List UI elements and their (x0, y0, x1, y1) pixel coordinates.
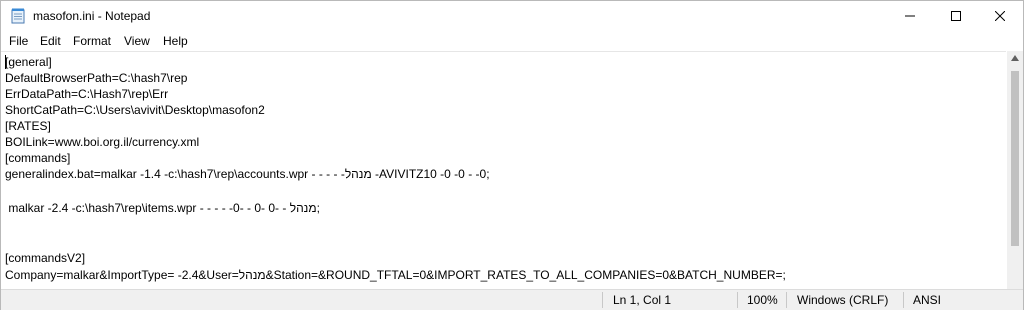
close-icon (995, 11, 1005, 21)
notepad-icon (11, 8, 25, 24)
maximize-button[interactable] (933, 1, 979, 31)
window-title: masofon.ini - Notepad (33, 9, 151, 23)
text-line: [general] (5, 55, 52, 69)
text-line: generalindex.bat=malkar -1.4 -c:\hash7\r… (5, 167, 490, 181)
cursor-position: Ln 1, Col 1 (613, 293, 672, 307)
minimize-icon (905, 15, 915, 17)
menu-help[interactable]: Help (163, 34, 188, 48)
menu-file[interactable]: File (9, 34, 28, 48)
line-ending: Windows (CRLF) (797, 293, 889, 307)
menu-bar: File Edit Format View Help (1, 31, 1023, 51)
maximize-icon (951, 11, 961, 21)
text-line: [commandsV2] (5, 251, 86, 265)
text-line: malkar -2.4 -c:\hash7\rep\items.wpr - - … (5, 201, 320, 215)
menu-format[interactable]: Format (73, 34, 111, 48)
zoom-level: 100% (747, 293, 778, 307)
text-line: ErrDataPath=C:\Hash7\rep\Err (5, 87, 169, 101)
vertical-scrollbar[interactable] (1007, 51, 1023, 289)
scrollbar-thumb[interactable] (1011, 71, 1019, 246)
text-editor[interactable]: [general] DefaultBrowserPath=C:\hash7\re… (1, 51, 1006, 290)
encoding: ANSI (913, 293, 942, 307)
close-button[interactable] (977, 1, 1023, 31)
status-divider (737, 292, 738, 308)
text-line: ShortCatPath=C:\Users\avivit\Desktop\mas… (5, 103, 265, 117)
scroll-up-icon[interactable] (1011, 55, 1019, 61)
text-line: BOILink=www.boi.org.il/currency.xml (5, 135, 200, 149)
text-line: [commands] (5, 151, 71, 165)
text-line: [RATES] (5, 119, 51, 133)
status-divider (903, 292, 904, 308)
title-bar[interactable]: masofon.ini - Notepad (1, 1, 1023, 31)
status-bar: Ln 1, Col 1 100% Windows (CRLF) ANSI (1, 289, 1023, 310)
text-line: DefaultBrowserPath=C:\hash7\rep (5, 71, 188, 85)
menu-view[interactable]: View (124, 34, 150, 48)
menu-edit[interactable]: Edit (40, 34, 61, 48)
status-divider (602, 292, 603, 308)
status-divider (786, 292, 787, 308)
text-line: Company=malkar&ImportType= -2.4&User=מנה… (5, 268, 786, 282)
notepad-window: masofon.ini - Notepad File Edit Format V… (0, 0, 1024, 310)
minimize-button[interactable] (887, 1, 933, 31)
